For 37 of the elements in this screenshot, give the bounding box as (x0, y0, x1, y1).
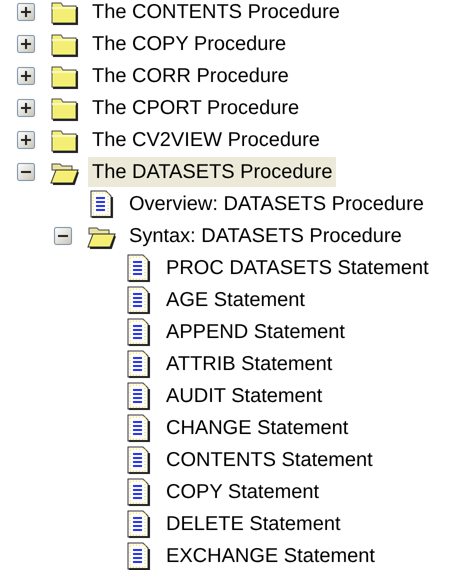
tree-item[interactable]: CONTENTS Statement (162, 445, 377, 475)
tree-item[interactable]: The COPY Procedure (88, 29, 290, 59)
expand-icon[interactable] (17, 35, 35, 53)
expand-icon[interactable] (17, 3, 35, 21)
tree-item[interactable]: AGE Statement (162, 285, 309, 315)
tree-item[interactable]: The CV2VIEW Procedure (88, 125, 324, 155)
document-icon (126, 254, 150, 282)
tree-item[interactable]: ATTRIB Statement (162, 349, 336, 379)
document-icon (126, 318, 150, 346)
tree-item[interactable]: DELETE Statement (162, 509, 345, 539)
expand-icon[interactable] (17, 99, 35, 117)
collapse-icon[interactable] (54, 227, 72, 245)
document-icon (126, 414, 150, 442)
tree-item[interactable]: The DATASETS Procedure (88, 157, 336, 187)
document-icon (126, 542, 150, 570)
tree-item[interactable]: APPEND Statement (162, 317, 349, 347)
collapse-icon[interactable] (17, 163, 35, 181)
tree-item[interactable]: PROC DATASETS Statement (162, 253, 433, 283)
document-icon (126, 382, 150, 410)
tree-item[interactable]: The CONTENTS Procedure (88, 0, 344, 27)
document-icon (126, 350, 150, 378)
document-icon (126, 478, 150, 506)
tree-item[interactable]: Syntax: DATASETS Procedure (125, 221, 406, 251)
document-icon (126, 446, 150, 474)
document-icon (126, 286, 150, 314)
tree-item[interactable]: The CPORT Procedure (88, 93, 304, 123)
document-icon (90, 190, 112, 218)
tree-item[interactable]: CHANGE Statement (162, 413, 352, 443)
tree-item[interactable]: EXCHANGE Statement (162, 541, 379, 570)
tree-item[interactable]: COPY Statement (162, 477, 324, 507)
tree-item[interactable]: AUDIT Statement (162, 381, 326, 411)
expand-icon[interactable] (17, 67, 35, 85)
tree-item[interactable]: Overview: DATASETS Procedure (125, 189, 428, 219)
expand-icon[interactable] (17, 131, 35, 149)
tree-item[interactable]: The CORR Procedure (88, 61, 293, 91)
document-icon (126, 510, 150, 538)
folder-icon (49, 0, 79, 26)
